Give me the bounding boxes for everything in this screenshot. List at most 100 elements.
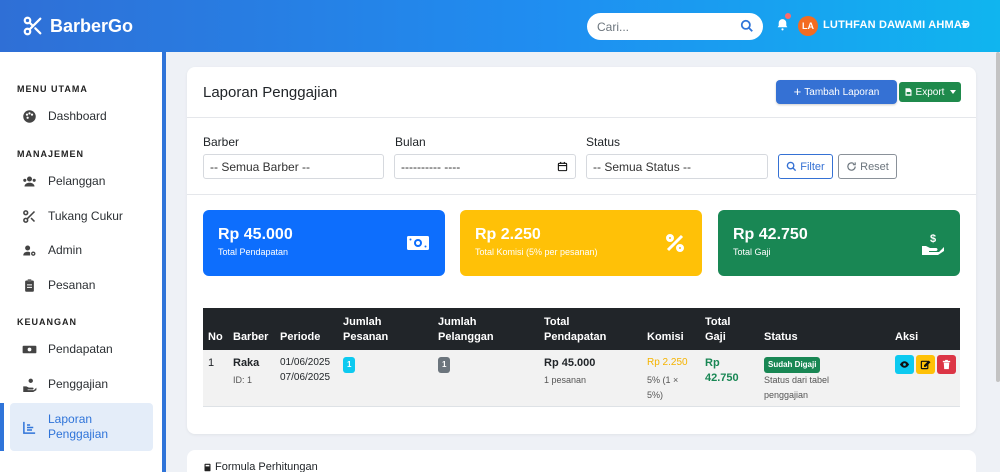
col-total-gaji-2: Gaji	[705, 331, 726, 343]
status-filter-label: Status	[586, 135, 621, 149]
search-icon[interactable]	[740, 19, 754, 33]
jumlah-pelanggan-badge: 1	[438, 357, 451, 373]
calendar-icon[interactable]	[557, 161, 568, 172]
cell-jumlah-pelanggan: 1	[438, 357, 451, 373]
add-report-label: Tambah Laporan	[804, 86, 880, 98]
divider	[187, 117, 976, 118]
stat-value: Rp 45.000	[218, 226, 293, 243]
percent-icon	[666, 234, 684, 252]
scrollbar[interactable]	[996, 52, 1000, 382]
sidebar-item-pendapatan[interactable]: Pendapatan	[10, 333, 153, 365]
stat-label: Total Pendapatan	[218, 247, 289, 257]
sidebar-item-label: Dashboard	[48, 109, 107, 123]
divider	[187, 194, 976, 195]
sidebar-item-label: Pelanggan	[48, 174, 106, 188]
delete-button[interactable]	[937, 355, 956, 374]
sidebar-item-laporan-penggajian[interactable]: Laporan Penggajian	[10, 403, 153, 451]
plus-icon: +	[793, 84, 802, 99]
search-input[interactable]	[587, 19, 727, 34]
section-keuangan: KEUANGAN	[17, 317, 78, 327]
view-button[interactable]	[895, 355, 914, 374]
cell-komisi-note-1: 5% (1 ×	[647, 375, 679, 385]
export-button[interactable]: Export	[899, 82, 961, 102]
palette-icon	[23, 109, 36, 123]
cell-komisi-value: Rp 2.250	[647, 357, 688, 368]
search-box	[587, 13, 763, 40]
cell-status: Sudah Digaji	[764, 357, 821, 373]
sidebar-item-dashboard[interactable]: Dashboard	[10, 100, 153, 132]
stat-total-gaji: Rp 42.750 Total Gaji $	[718, 210, 960, 276]
sidebar-item-penggajian[interactable]: Penggajian	[10, 368, 153, 400]
cell-barber-id: ID: 1	[233, 375, 253, 385]
barber-select-value: -- Semua Barber --	[210, 159, 311, 174]
section-menu-utama: MENU UTAMA	[17, 84, 88, 94]
sidebar-item-label: Pesanan	[48, 278, 96, 292]
table-row: 1 Raka ID: 1 01/06/2025 07/06/2025 1 1 R…	[203, 350, 960, 407]
sidebar-item-tukang-cukur[interactable]: Tukang Cukur	[10, 200, 153, 232]
col-no: No	[208, 331, 223, 343]
status-select-value: -- Semua Status --	[593, 159, 692, 174]
chevron-down-icon[interactable]	[961, 23, 969, 28]
filter-label: Filter	[800, 160, 825, 173]
sidebar-item-label: Penggajian	[48, 377, 109, 391]
report-card: Laporan Penggajian + Tambah Laporan Expo…	[187, 67, 976, 434]
month-filter-label: Bulan	[395, 135, 426, 149]
cell-status-note-1: Status dari tabel	[764, 375, 830, 385]
users-icon	[23, 176, 36, 186]
export-label: Export	[915, 86, 945, 98]
hand-coin-icon	[23, 378, 37, 392]
sidebar-item-pelanggan[interactable]: Pelanggan	[10, 165, 153, 197]
avatar[interactable]: LA	[798, 16, 818, 36]
filter-button[interactable]: Filter	[778, 154, 833, 179]
brand-logo[interactable]: BarberGo	[22, 15, 133, 37]
svg-text:$: $	[930, 233, 936, 245]
notification-dot	[785, 13, 791, 19]
cell-gaji-1: Rp	[705, 357, 720, 369]
stat-total-komisi: Rp 2.250 Total Komisi (5% per pesanan)	[460, 210, 702, 276]
brand-name: BarberGo	[50, 15, 134, 36]
cell-total-pendapatan: Rp 45.000	[544, 357, 596, 369]
stat-value: Rp 2.250	[475, 226, 541, 243]
money-icon	[22, 345, 37, 353]
sidebar-border	[162, 52, 166, 472]
stat-total-pendapatan: Rp 45.000 Total Pendapatan	[203, 210, 445, 276]
sidebar-item-admin[interactable]: Admin	[10, 234, 153, 266]
trash-icon	[942, 359, 951, 370]
file-pdf-icon	[905, 88, 912, 96]
user-name[interactable]: LUTHFAN DAWAMI AHMAD	[823, 19, 970, 31]
stat-value: Rp 42.750	[733, 226, 808, 243]
eye-icon	[899, 361, 910, 368]
edit-icon	[920, 360, 931, 370]
barber-select[interactable]: -- Semua Barber --	[203, 154, 384, 179]
status-badge: Sudah Digaji	[764, 357, 821, 373]
edit-button[interactable]	[916, 355, 935, 374]
chart-icon	[23, 421, 36, 434]
scissors-icon	[23, 209, 36, 223]
table-header: No Barber Periode Jumlah Pesanan Jumlah …	[203, 308, 960, 350]
reset-button[interactable]: Reset	[838, 154, 897, 179]
user-cog-icon	[23, 245, 36, 256]
col-total-pendapatan-2: Pendapatan	[544, 331, 607, 343]
month-input[interactable]: ---------- ----	[394, 154, 576, 179]
cell-gaji-2: 42.750	[705, 372, 739, 384]
col-aksi: Aksi	[895, 331, 919, 343]
section-manajemen: MANAJEMEN	[17, 149, 85, 159]
cell-periode-end: 07/06/2025	[280, 372, 331, 383]
formula-title: Formula Perhitungan	[203, 461, 318, 472]
add-report-button[interactable]: + Tambah Laporan	[776, 80, 897, 104]
stat-label: Total Gaji	[733, 247, 771, 257]
formula-title-text: Formula Perhitungan	[215, 461, 318, 472]
active-indicator	[0, 403, 4, 451]
cell-barber-name: Raka	[233, 357, 260, 369]
money-bill-icon	[407, 236, 429, 250]
page-title: Laporan Penggajian	[203, 84, 338, 101]
sidebar-item-pesanan[interactable]: Pesanan	[10, 269, 153, 301]
col-total-pendapatan-1: Total	[544, 316, 570, 328]
cell-jumlah-pesanan: 1	[343, 357, 356, 373]
cell-no: 1	[208, 357, 215, 369]
status-select[interactable]: -- Semua Status --	[586, 154, 768, 179]
jumlah-pesanan-badge: 1	[343, 357, 356, 373]
col-jumlah-pelanggan-1: Jumlah	[438, 316, 477, 328]
month-input-value: ---------- ----	[401, 159, 461, 174]
bell-icon[interactable]	[776, 17, 789, 32]
